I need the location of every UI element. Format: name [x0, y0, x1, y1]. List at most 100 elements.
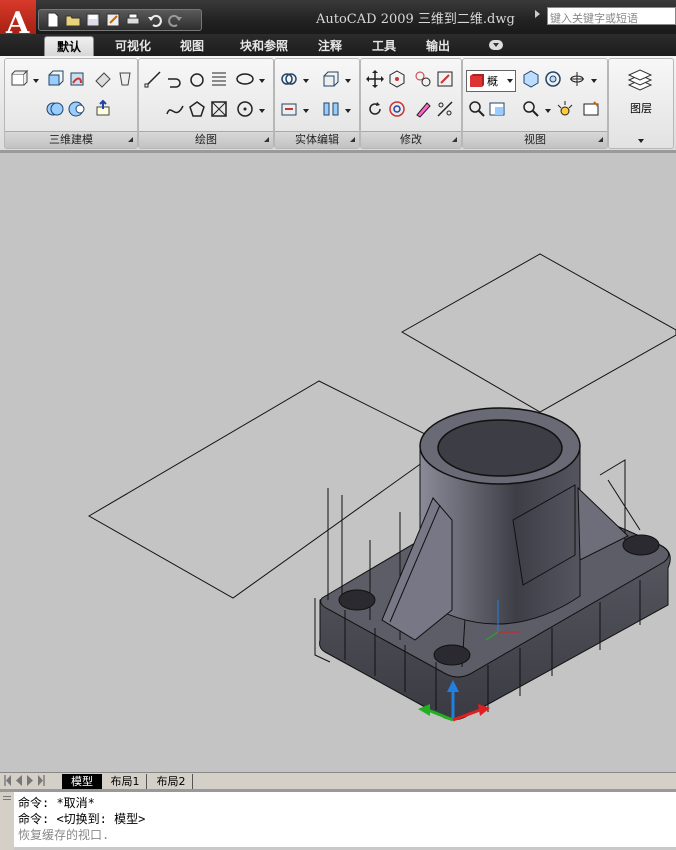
next-tab-icon[interactable] [26, 775, 34, 786]
separate-icon[interactable] [321, 99, 341, 119]
tab-output[interactable]: 输出 [418, 36, 458, 56]
arc-icon[interactable] [235, 99, 255, 119]
erase-icon[interactable] [413, 99, 433, 119]
spline-icon[interactable] [165, 99, 185, 119]
tab-visualize[interactable]: 可视化 [106, 36, 160, 56]
bolt-hole-front [433, 644, 471, 666]
chevron-down-icon[interactable] [591, 79, 597, 83]
panel-layers[interactable]: 图层 [608, 58, 674, 149]
sweep-icon[interactable] [93, 69, 113, 89]
plot-icon[interactable] [125, 12, 141, 28]
prev-tab-icon[interactable] [15, 775, 23, 786]
panel-expand-icon [350, 137, 355, 142]
hatch-icon[interactable] [209, 69, 229, 89]
model-viewport[interactable] [0, 150, 676, 772]
bolt-hole-left [338, 589, 376, 611]
open-icon[interactable] [65, 12, 81, 28]
tab-blocks-references[interactable]: 块和参照 [232, 36, 296, 56]
ellipse-icon[interactable] [235, 69, 255, 89]
first-tab-icon[interactable] [4, 775, 12, 786]
visual-style-icon [470, 74, 484, 87]
panel-modeling: 三维建模 [4, 58, 138, 149]
subtract-icon[interactable] [67, 99, 87, 119]
panel-title-solid-edit[interactable]: 实体编辑 [275, 131, 359, 148]
command-window-grip[interactable] [0, 792, 14, 850]
chevron-down-icon[interactable] [33, 79, 39, 83]
tab-layout2[interactable]: 布局2 [150, 774, 193, 789]
line-icon[interactable] [143, 69, 163, 89]
chevron-down-icon[interactable] [345, 79, 351, 83]
last-tab-icon[interactable] [37, 775, 45, 786]
zoom-icon[interactable] [521, 99, 541, 119]
visual-style-label: 概 [487, 75, 498, 88]
saveas-icon[interactable] [105, 12, 121, 28]
chevron-down-icon[interactable] [259, 79, 265, 83]
3d-rotate-icon[interactable] [387, 99, 407, 119]
rotate-icon[interactable] [365, 99, 385, 119]
quick-access-toolbar [38, 9, 202, 31]
tab-home[interactable]: 默认 [44, 36, 94, 57]
union-icon[interactable] [45, 99, 65, 119]
chevron-down-icon [638, 139, 644, 143]
chevron-down-icon[interactable] [303, 109, 309, 113]
named-views-icon[interactable] [581, 99, 601, 119]
box-icon[interactable] [9, 69, 29, 89]
chevron-down-icon[interactable] [545, 109, 551, 113]
command-window[interactable]: 命令: *取消* 命令: <切换到: 模型> 恢复缓存的视口. [0, 789, 676, 850]
polyline-icon[interactable] [165, 69, 185, 89]
revolve-icon[interactable] [67, 69, 87, 89]
panel-view: 概 视图 [462, 58, 608, 149]
3d-move-icon[interactable] [387, 69, 407, 89]
move-icon[interactable] [365, 69, 385, 89]
imprint-icon[interactable] [279, 99, 299, 119]
extrude-icon[interactable] [45, 69, 65, 89]
chevron-down-icon[interactable] [303, 79, 309, 83]
layers-label: 图层 [630, 102, 652, 115]
new-icon[interactable] [45, 12, 61, 28]
orbit-icon[interactable] [543, 69, 563, 89]
panel-title-modify[interactable]: 修改 [361, 131, 461, 148]
command-history-line: 命令: *取消* [18, 796, 95, 810]
layout-tab-bar: 模型 布局1 布局2 [0, 772, 676, 790]
viewport-dropdown-icon[interactable] [487, 99, 507, 119]
window-title: AutoCAD 2009 三维到二维.dwg [316, 12, 515, 27]
view-cube-icon[interactable] [521, 69, 541, 89]
3d-model-drawing[interactable] [0, 153, 676, 772]
panel-title-view[interactable]: 视图 [463, 131, 607, 148]
stretch-icon[interactable] [435, 69, 455, 89]
ribbon: 三维建模 绘图 实体编辑 修改 概 视图 图层 [0, 56, 676, 151]
panel-title-modeling[interactable]: 三维建模 [5, 131, 137, 148]
save-icon[interactable] [85, 12, 101, 28]
zoom-window-icon[interactable] [467, 99, 487, 119]
panel-title-draw[interactable]: 绘图 [139, 131, 273, 148]
polygon-icon[interactable] [187, 99, 207, 119]
panel-expand-icon [128, 137, 133, 142]
tab-layout1[interactable]: 布局1 [104, 774, 147, 789]
ucs-icon[interactable] [567, 69, 587, 89]
ribbon-minimize-button[interactable] [489, 40, 503, 50]
sun-icon[interactable] [555, 99, 575, 119]
visual-style-dropdown[interactable]: 概 [466, 70, 516, 92]
chevron-down-icon[interactable] [259, 109, 265, 113]
copy-icon[interactable] [413, 69, 433, 89]
redo-icon[interactable] [167, 12, 183, 28]
rectangle-icon[interactable] [209, 99, 229, 119]
search-input[interactable]: 键入关键字或短语 [547, 7, 676, 25]
search-arrow-icon[interactable] [535, 10, 540, 18]
undo-icon[interactable] [147, 12, 163, 28]
extrude-face-icon[interactable] [321, 69, 341, 89]
boolean-icon[interactable] [279, 69, 299, 89]
loft-icon[interactable] [115, 69, 135, 89]
tab-model[interactable]: 模型 [62, 774, 102, 789]
tab-annotate[interactable]: 注释 [310, 36, 350, 56]
press-pull-icon[interactable] [93, 99, 113, 119]
tab-view[interactable]: 视图 [172, 36, 212, 56]
title-bar: AutoCAD 2009 三维到二维.dwg 键入关键字或短语 [0, 0, 676, 34]
tab-tools[interactable]: 工具 [364, 36, 404, 56]
panel-solid-edit: 实体编辑 [274, 58, 360, 149]
chevron-down-icon [507, 79, 513, 83]
scale-icon[interactable] [435, 99, 455, 119]
chevron-down-icon[interactable] [345, 109, 351, 113]
panel-modify: 修改 [360, 58, 462, 149]
circle-3p-icon[interactable] [187, 69, 207, 89]
